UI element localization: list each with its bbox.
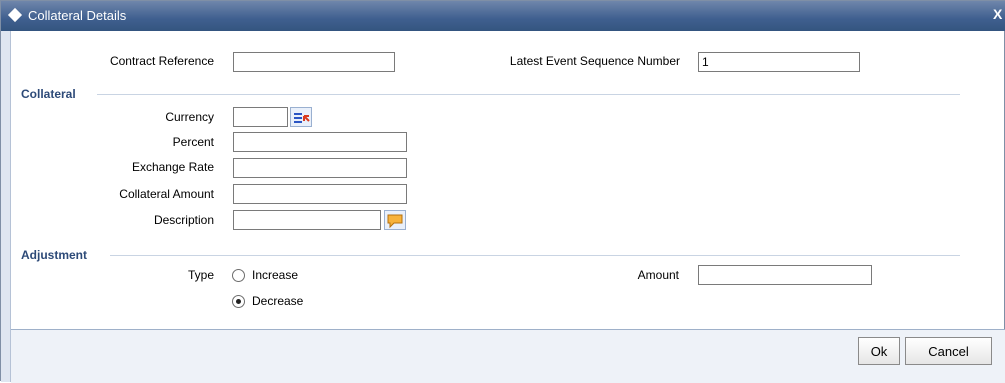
- decrease-radio[interactable]: [232, 295, 245, 308]
- currency-label: Currency: [165, 110, 214, 124]
- left-border: [1, 31, 11, 382]
- collateral-divider: [97, 94, 960, 95]
- close-icon[interactable]: X: [993, 6, 1002, 22]
- increase-label: Increase: [252, 268, 299, 282]
- ok-button[interactable]: Ok: [858, 337, 900, 365]
- exchange-rate-field[interactable]: [233, 158, 407, 178]
- exchange-rate-label: Exchange Rate: [131, 160, 214, 174]
- latest-event-seq-field[interactable]: [698, 52, 860, 72]
- collateral-amount-label: Collateral Amount: [119, 187, 214, 201]
- type-label: Type: [187, 268, 214, 282]
- contract-reference-field[interactable]: [233, 52, 395, 72]
- contract-reference-label: Contract Reference: [109, 54, 214, 68]
- radio-selected-dot: [236, 299, 241, 304]
- latest-event-seq-label: Latest Event Sequence Number: [509, 54, 680, 68]
- window-title: Collateral Details: [28, 8, 127, 23]
- percent-label: Percent: [172, 135, 214, 149]
- footer-bar: [11, 329, 1005, 383]
- collateral-details-window: Collateral Details X Contract Reference …: [0, 0, 1005, 383]
- adjustment-section-title: Adjustment: [21, 248, 87, 262]
- cancel-button[interactable]: Cancel: [905, 337, 992, 365]
- amount-label: Amount: [637, 268, 679, 282]
- comment-icon: [387, 214, 403, 229]
- window-icon: [7, 7, 23, 23]
- adjustment-divider: [110, 255, 960, 256]
- collateral-amount-field[interactable]: [233, 184, 407, 204]
- list-of-values-icon: [294, 113, 310, 123]
- currency-lov-button[interactable]: [290, 107, 312, 127]
- description-label: Description: [153, 213, 214, 227]
- description-field[interactable]: [233, 210, 381, 230]
- decrease-label: Decrease: [252, 294, 304, 308]
- amount-field[interactable]: [698, 265, 872, 285]
- increase-radio[interactable]: [232, 269, 245, 282]
- title-bar[interactable]: Collateral Details X: [1, 1, 1005, 31]
- percent-field[interactable]: [233, 132, 407, 152]
- description-edit-button[interactable]: [384, 210, 406, 230]
- currency-field[interactable]: [233, 107, 288, 127]
- collateral-section-title: Collateral: [21, 87, 76, 101]
